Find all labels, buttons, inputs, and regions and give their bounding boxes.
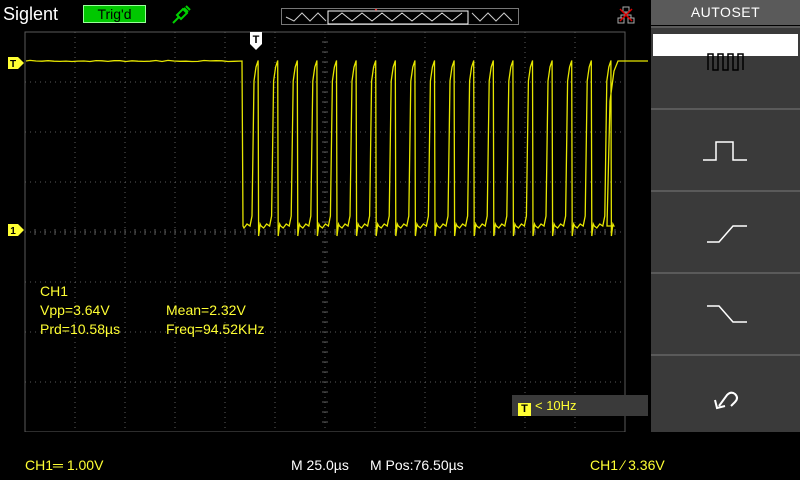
ch1-ground-label: 1 (10, 226, 16, 237)
menu-title: AUTOSET (651, 0, 800, 25)
autoset-falling-edge-button[interactable] (651, 272, 800, 354)
meas-mean: Mean=2.32V (166, 302, 246, 318)
single-pulse-icon (651, 110, 800, 190)
autoset-undo-button[interactable] (651, 354, 800, 432)
rising-edge-icon (651, 192, 800, 272)
brand-logo: Siglent (3, 4, 58, 25)
horizontal-position[interactable]: M Pos:76.50µs (370, 457, 464, 473)
graticule (25, 32, 625, 432)
multi-pulse-icon (651, 28, 800, 108)
trigger-setting[interactable]: CH1 ∕ 3.36V (590, 457, 665, 473)
frequency-counter: T < 10Hz (512, 395, 648, 416)
status-bar: CH1═ 1.00V M 25.0µs M Pos:76.50µs CH1 ∕ … (0, 448, 800, 480)
ch1-trace (26, 60, 648, 236)
undo-icon (651, 356, 800, 434)
timebase-scale[interactable]: M 25.0µs (291, 457, 349, 473)
ch1-ground-marker[interactable]: 1 (7, 223, 25, 237)
ch1-scale[interactable]: CH1═ 1.00V (25, 457, 103, 473)
trigger-level-label: T (10, 59, 16, 70)
trigger-status-badge: Trig'd (83, 5, 146, 23)
trigger-level-marker[interactable]: T (7, 56, 25, 70)
probe-icon (170, 4, 192, 26)
meas-freq: Freq=94.52KHz (166, 321, 264, 337)
trigger-icon: T (518, 403, 531, 416)
frequency-counter-value: < 10Hz (535, 398, 577, 413)
waveform-display[interactable] (0, 28, 650, 432)
meas-prd: Prd=10.58µs (40, 321, 120, 337)
timebase-overview[interactable] (281, 8, 519, 25)
meas-channel-label: CH1 (40, 283, 68, 299)
falling-edge-icon (651, 274, 800, 354)
meas-vpp: Vpp=3.64V (40, 302, 110, 318)
top-bar: Siglent Trig'd (0, 0, 650, 28)
trigger-position-label: T (253, 34, 260, 46)
autoset-single-cycle-button[interactable] (651, 108, 800, 190)
autoset-multi-cycle-button[interactable] (651, 26, 800, 108)
autoset-menu: AUTOSET (651, 0, 800, 432)
network-icon (617, 6, 635, 24)
autoset-rising-edge-button[interactable] (651, 190, 800, 272)
trigger-position-marker[interactable]: T (249, 31, 263, 51)
